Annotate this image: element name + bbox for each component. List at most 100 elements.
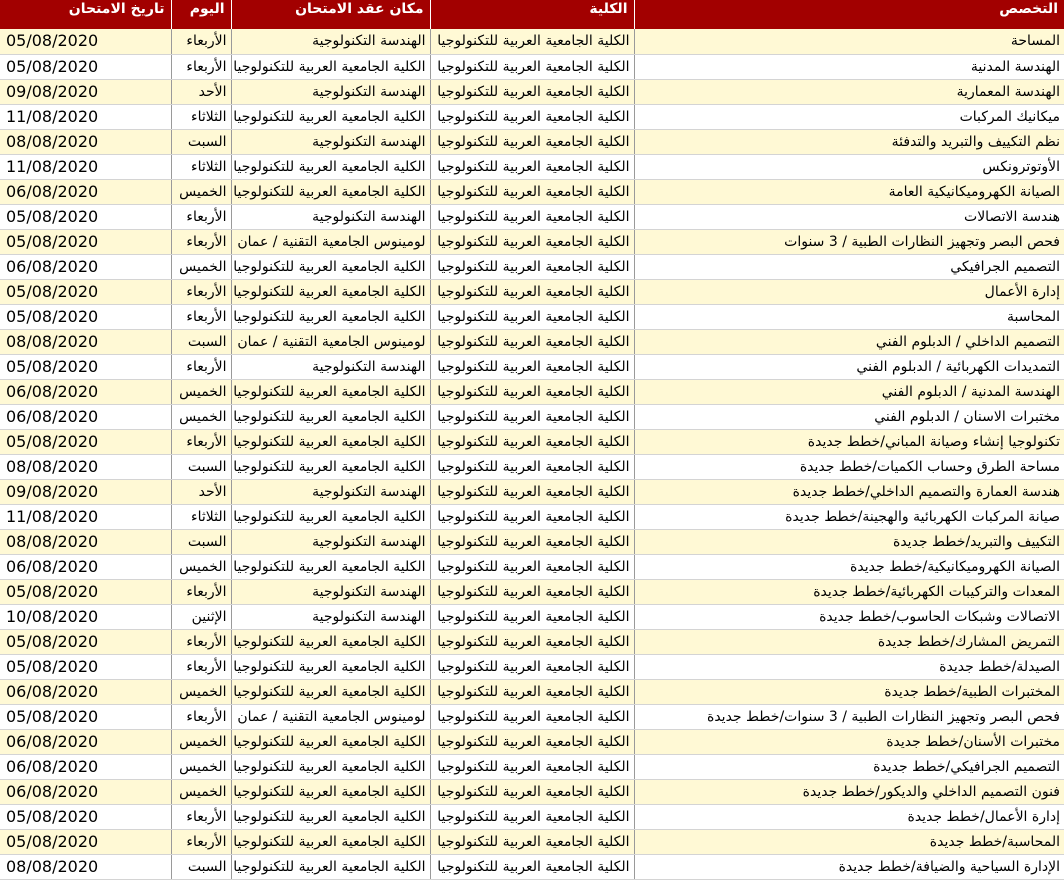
cell-specialization[interactable]: التمريض المشارك/خطط جديدة xyxy=(633,629,1064,655)
cell-exam-location[interactable]: الكلية الجامعية العربية للتكنولوجيا xyxy=(230,754,430,780)
cell-college[interactable]: الكلية الجامعية العربية للتكنولوجيا xyxy=(429,279,634,305)
cell-specialization[interactable]: هندسة العمارة والتصميم الداخلي/خطط جديدة xyxy=(633,479,1064,505)
cell-college[interactable]: الكلية الجامعية العربية للتكنولوجيا xyxy=(429,804,634,830)
cell-exam-location[interactable]: الهندسة التكنولوجية xyxy=(230,604,430,630)
cell-exam-date[interactable]: 05/08/2020 xyxy=(0,29,171,55)
cell-exam-location[interactable]: الكلية الجامعية العربية للتكنولوجيا xyxy=(230,179,430,205)
cell-college[interactable]: الكلية الجامعية العربية للتكنولوجيا xyxy=(429,454,634,480)
cell-specialization[interactable]: الأوتوترونكس xyxy=(633,154,1064,180)
cell-specialization[interactable]: الإدارة السياحية والضيافة/خطط جديدة xyxy=(633,854,1064,880)
cell-college[interactable]: الكلية الجامعية العربية للتكنولوجيا xyxy=(429,179,634,205)
cell-exam-date[interactable]: 05/08/2020 xyxy=(0,279,171,305)
cell-exam-date[interactable]: 09/08/2020 xyxy=(0,79,171,105)
cell-exam-location[interactable]: الهندسة التكنولوجية xyxy=(230,29,430,55)
cell-day[interactable]: الأربعاء xyxy=(170,29,231,55)
cell-exam-date[interactable]: 08/08/2020 xyxy=(0,454,171,480)
cell-specialization[interactable]: المحاسبة/خطط جديدة xyxy=(633,829,1064,855)
cell-exam-location[interactable]: لومينوس الجامعية التقنية / عمان xyxy=(230,329,430,355)
cell-college[interactable]: الكلية الجامعية العربية للتكنولوجيا xyxy=(429,654,634,680)
cell-exam-date[interactable]: 06/08/2020 xyxy=(0,779,171,805)
cell-exam-date[interactable]: 05/08/2020 xyxy=(0,804,171,830)
cell-specialization[interactable]: التكييف والتبريد/خطط جديدة xyxy=(633,529,1064,555)
cell-day[interactable]: الأربعاء xyxy=(170,804,231,830)
cell-college[interactable]: الكلية الجامعية العربية للتكنولوجيا xyxy=(429,404,634,430)
cell-day[interactable]: السبت xyxy=(170,129,231,155)
cell-exam-location[interactable]: الهندسة التكنولوجية xyxy=(230,579,430,605)
cell-college[interactable]: الكلية الجامعية العربية للتكنولوجيا xyxy=(429,754,634,780)
cell-specialization[interactable]: هندسة الاتصالات xyxy=(633,204,1064,230)
cell-college[interactable]: الكلية الجامعية العربية للتكنولوجيا xyxy=(429,554,634,580)
cell-day[interactable]: الأربعاء xyxy=(170,629,231,655)
cell-college[interactable]: الكلية الجامعية العربية للتكنولوجيا xyxy=(429,729,634,755)
cell-exam-date[interactable]: 08/08/2020 xyxy=(0,129,171,155)
cell-college[interactable]: الكلية الجامعية العربية للتكنولوجيا xyxy=(429,504,634,530)
cell-day[interactable]: الخميس xyxy=(170,729,231,755)
cell-day[interactable]: الأربعاء xyxy=(170,229,231,255)
cell-exam-location[interactable]: الكلية الجامعية العربية للتكنولوجيا xyxy=(230,254,430,280)
cell-college[interactable]: الكلية الجامعية العربية للتكنولوجيا xyxy=(429,54,634,80)
cell-specialization[interactable]: الهندسة المدنية xyxy=(633,54,1064,80)
cell-specialization[interactable]: المختبرات الطبية/خطط جديدة xyxy=(633,679,1064,705)
cell-day[interactable]: الأربعاء xyxy=(170,829,231,855)
cell-college[interactable]: الكلية الجامعية العربية للتكنولوجيا xyxy=(429,829,634,855)
cell-exam-location[interactable]: الهندسة التكنولوجية xyxy=(230,479,430,505)
cell-specialization[interactable]: إدارة الأعمال/خطط جديدة xyxy=(633,804,1064,830)
cell-exam-location[interactable]: لومينوس الجامعية التقنية / عمان xyxy=(230,229,430,255)
cell-exam-location[interactable]: الهندسة التكنولوجية xyxy=(230,204,430,230)
cell-exam-date[interactable]: 05/08/2020 xyxy=(0,54,171,80)
cell-specialization[interactable]: مساحة الطرق وحساب الكميات/خطط جديدة xyxy=(633,454,1064,480)
cell-exam-location[interactable]: لومينوس الجامعية التقنية / عمان xyxy=(230,704,430,730)
cell-specialization[interactable]: الهندسة المعمارية xyxy=(633,79,1064,105)
cell-college[interactable]: الكلية الجامعية العربية للتكنولوجيا xyxy=(429,129,634,155)
cell-specialization[interactable]: الصيانة الكهروميكانيكية العامة xyxy=(633,179,1064,205)
cell-day[interactable]: الأربعاء xyxy=(170,54,231,80)
header-specialization[interactable]: التخصص xyxy=(633,0,1064,29)
cell-specialization[interactable]: الهندسة المدنية / الدبلوم الفني xyxy=(633,379,1064,405)
cell-day[interactable]: الخميس xyxy=(170,179,231,205)
cell-specialization[interactable]: المساحة xyxy=(633,29,1064,55)
cell-exam-date[interactable]: 05/08/2020 xyxy=(0,704,171,730)
cell-day[interactable]: السبت xyxy=(170,454,231,480)
cell-exam-date[interactable]: 06/08/2020 xyxy=(0,729,171,755)
cell-college[interactable]: الكلية الجامعية العربية للتكنولوجيا xyxy=(429,229,634,255)
cell-day[interactable]: الخميس xyxy=(170,779,231,805)
cell-college[interactable]: الكلية الجامعية العربية للتكنولوجيا xyxy=(429,254,634,280)
cell-exam-date[interactable]: 05/08/2020 xyxy=(0,829,171,855)
cell-day[interactable]: الثلاثاء xyxy=(170,154,231,180)
cell-specialization[interactable]: صيانة المركبات الكهربائية والهجينة/خطط ج… xyxy=(633,504,1064,530)
cell-day[interactable]: الخميس xyxy=(170,754,231,780)
cell-specialization[interactable]: التصميم الجرافيكي/خطط جديدة xyxy=(633,754,1064,780)
cell-exam-date[interactable]: 06/08/2020 xyxy=(0,254,171,280)
cell-college[interactable]: الكلية الجامعية العربية للتكنولوجيا xyxy=(429,479,634,505)
cell-day[interactable]: الثلاثاء xyxy=(170,504,231,530)
cell-exam-location[interactable]: الكلية الجامعية العربية للتكنولوجيا xyxy=(230,404,430,430)
cell-exam-location[interactable]: الكلية الجامعية العربية للتكنولوجيا xyxy=(230,729,430,755)
cell-exam-location[interactable]: الكلية الجامعية العربية للتكنولوجيا xyxy=(230,379,430,405)
cell-college[interactable]: الكلية الجامعية العربية للتكنولوجيا xyxy=(429,679,634,705)
cell-exam-date[interactable]: 05/08/2020 xyxy=(0,429,171,455)
cell-college[interactable]: الكلية الجامعية العربية للتكنولوجيا xyxy=(429,704,634,730)
cell-college[interactable]: الكلية الجامعية العربية للتكنولوجيا xyxy=(429,379,634,405)
cell-specialization[interactable]: المعدات والتركيبات الكهربائية/خطط جديدة xyxy=(633,579,1064,605)
cell-exam-location[interactable]: الكلية الجامعية العربية للتكنولوجيا xyxy=(230,854,430,880)
cell-exam-date[interactable]: 10/08/2020 xyxy=(0,604,171,630)
cell-exam-location[interactable]: الكلية الجامعية العربية للتكنولوجيا xyxy=(230,54,430,80)
cell-day[interactable]: الثلاثاء xyxy=(170,104,231,130)
cell-exam-date[interactable]: 05/08/2020 xyxy=(0,579,171,605)
cell-specialization[interactable]: تكنولوجيا إنشاء وصيانة المباني/خطط جديدة xyxy=(633,429,1064,455)
cell-day[interactable]: الخميس xyxy=(170,554,231,580)
cell-specialization[interactable]: المحاسبة xyxy=(633,304,1064,330)
header-college[interactable]: الكلية xyxy=(429,0,634,29)
cell-college[interactable]: الكلية الجامعية العربية للتكنولوجيا xyxy=(429,354,634,380)
cell-exam-date[interactable]: 05/08/2020 xyxy=(0,229,171,255)
cell-specialization[interactable]: فنون التصميم الداخلي والديكور/خطط جديدة xyxy=(633,779,1064,805)
cell-college[interactable]: الكلية الجامعية العربية للتكنولوجيا xyxy=(429,604,634,630)
cell-college[interactable]: الكلية الجامعية العربية للتكنولوجيا xyxy=(429,204,634,230)
cell-specialization[interactable]: الاتصالات وشبكات الحاسوب/خطط جديدة xyxy=(633,604,1064,630)
cell-exam-date[interactable]: 05/08/2020 xyxy=(0,304,171,330)
cell-exam-date[interactable]: 05/08/2020 xyxy=(0,204,171,230)
cell-day[interactable]: السبت xyxy=(170,854,231,880)
cell-college[interactable]: الكلية الجامعية العربية للتكنولوجيا xyxy=(429,854,634,880)
cell-day[interactable]: الأربعاء xyxy=(170,204,231,230)
cell-day[interactable]: السبت xyxy=(170,329,231,355)
